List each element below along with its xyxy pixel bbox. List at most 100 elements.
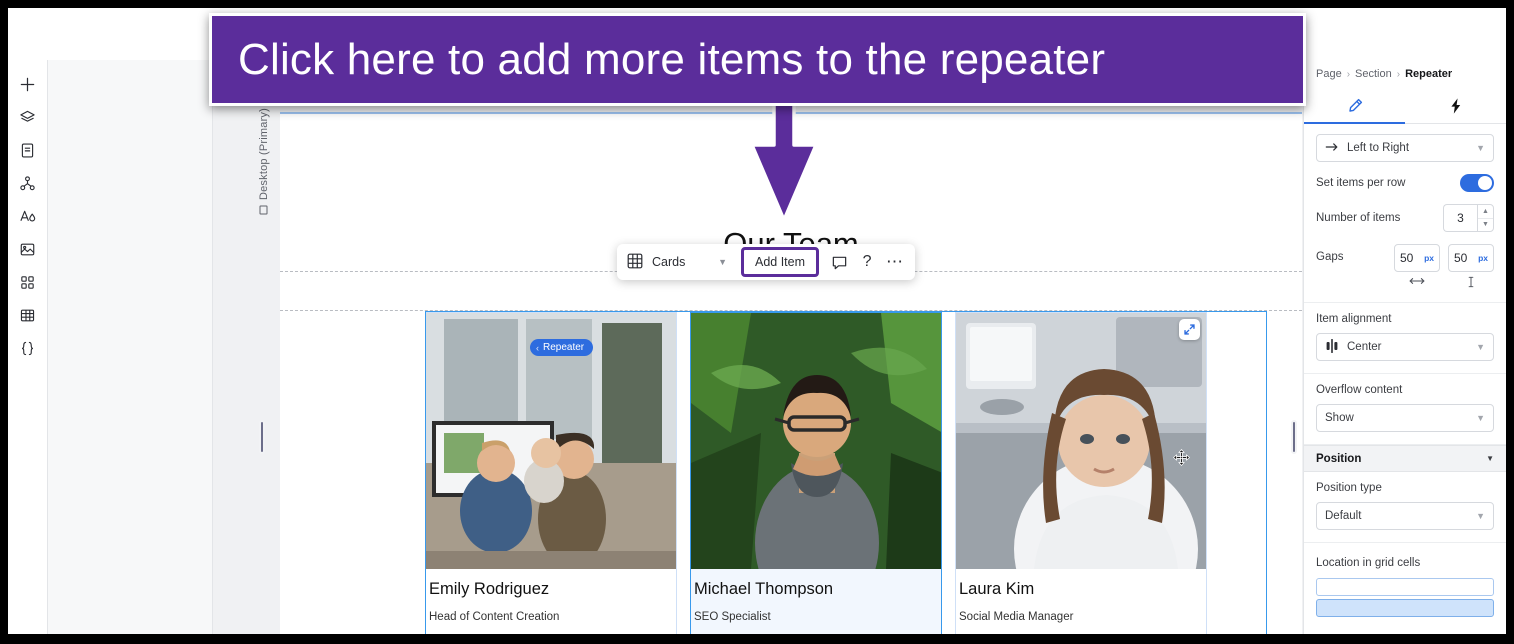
repeater-item-3[interactable]: Laura Kim Social Media Manager [955,312,1207,636]
chevron-down-icon: ▼ [1476,413,1485,423]
callout-banner: Click here to add more items to the repe… [209,13,1306,106]
gap-vertical-input[interactable]: 50 px [1448,244,1494,272]
breadcrumb: Page › Section › Repeater [1304,60,1506,88]
table-icon[interactable] [11,299,45,331]
pages-icon[interactable] [11,134,45,166]
position-type-value: Default [1325,510,1362,522]
frame-border-right [1506,0,1514,644]
chevron-down-icon: ▼ [718,257,727,267]
gaps-label: Gaps [1316,251,1344,263]
layout-section: Left to Right ▼ Set items per row Number… [1304,124,1506,303]
vertical-gap-icon [1466,276,1476,288]
image-icon[interactable] [11,233,45,265]
grid-cell-column-input[interactable] [1316,599,1494,617]
position-section-header[interactable]: Position ▼ [1304,445,1506,472]
panel-tabs [1304,88,1506,124]
move-cursor-icon [1172,448,1191,471]
chevron-down-icon: ▼ [1476,342,1485,352]
tab-interactions[interactable] [1405,88,1506,123]
number-of-items-value[interactable]: 3 [1443,204,1477,232]
breadcrumb-section[interactable]: Section [1355,68,1392,80]
breadcrumb-current: Repeater [1405,68,1453,80]
card-photo-3 [956,313,1206,569]
overflow-label: Overflow content [1316,384,1403,396]
overflow-select[interactable]: Show ▼ [1316,404,1494,432]
breadcrumb-separator-2: › [1396,68,1401,80]
direction-select[interactable]: Left to Right ▼ [1316,134,1494,162]
tab-design[interactable] [1304,88,1405,123]
gap-vertical-unit: px [1478,253,1488,263]
repeater-badge-label: Repeater [543,342,585,353]
grid-location-section: Location in grid cells [1304,543,1506,632]
canvas-resize-handle-right[interactable] [1291,420,1297,454]
repeater-item-1[interactable]: Emily Rodriguez Head of Content Creation [425,312,677,636]
overflow-value: Show [1325,412,1354,424]
add-elements-button[interactable] [11,68,45,100]
code-braces-icon[interactable] [11,332,45,364]
gap-horizontal-input[interactable]: 50 px [1394,244,1440,272]
chevron-down-icon: ▼ [1486,454,1494,463]
items-per-row-row: Set items per row [1316,174,1494,192]
breadcrumb-page[interactable]: Page [1316,68,1342,80]
number-of-items-label: Number of items [1316,212,1401,224]
left-toolbar [8,60,48,636]
number-of-items-stepper[interactable]: 3 ▲ ▼ [1443,204,1494,232]
frame-border-top [0,0,1514,8]
card-role-3: Social Media Manager [959,611,1074,623]
item-alignment-select[interactable]: Center ▼ [1316,333,1494,361]
gap-horizontal-value: 50 [1400,251,1414,265]
position-type-section: Position type Default ▼ [1304,472,1506,543]
arrow-right-icon [1325,141,1339,156]
selection-edge-top [425,311,1267,312]
card-role-2: SEO Specialist [694,611,771,623]
apps-grid-icon[interactable] [11,266,45,298]
desktop-icon [260,205,268,215]
grid-cell-row-input[interactable] [1316,578,1494,596]
breadcrumb-separator-1: › [1346,68,1351,80]
editor-window: Desktop (Primary) Our Team [0,0,1514,644]
device-label: Desktop (Primary) [258,108,270,215]
chevron-left-icon: ‹ [536,342,539,353]
canvas-resize-handle-left[interactable] [259,420,265,454]
grid-location-label: Location in grid cells [1316,557,1421,569]
selection-edge-right[interactable] [1266,311,1267,636]
callout-arrow-icon [750,100,818,222]
more-options-icon[interactable]: ⋯ [881,248,909,276]
card-role-1: Head of Content Creation [429,611,560,623]
callout-banner-text: Click here to add more items to the repe… [238,34,1106,84]
card-name-1: Emily Rodriguez [429,580,550,598]
layers-icon[interactable] [11,101,45,133]
card-photo-2 [691,313,941,569]
expand-icon[interactable] [1179,319,1200,340]
position-type-label: Position type [1316,482,1382,494]
layout-preset-label: Cards [652,255,686,269]
items-per-row-label: Set items per row [1316,177,1406,189]
frame-border-left [0,0,8,644]
gap-vertical-value: 50 [1454,251,1468,265]
number-of-items-row: Number of items 3 ▲ ▼ [1316,204,1494,232]
repeater-items: Emily Rodriguez Head of Content Creation [425,312,1267,636]
layout-preset-select[interactable]: Cards ▼ [627,248,737,276]
gaps-row: Gaps 50 px 50 px [1316,244,1494,288]
item-alignment-label: Item alignment [1316,313,1392,325]
chevron-down-icon: ▼ [1476,511,1485,521]
horizontal-gap-icon [1408,276,1426,286]
grid-icon [627,253,643,272]
repeater-badge[interactable]: ‹ Repeater [530,339,594,356]
align-center-icon [1325,338,1339,356]
card-name-3: Laura Kim [959,580,1035,598]
text-style-icon[interactable] [11,200,45,232]
stepper-up-icon[interactable]: ▲ [1478,205,1493,219]
position-section-title: Position [1316,452,1362,465]
repeater-item-2[interactable]: Michael Thompson SEO Specialist [690,312,942,636]
items-per-row-toggle[interactable] [1460,174,1494,192]
panel-gap [48,60,213,636]
overflow-section: Overflow content Show ▼ [1304,374,1506,445]
selection-edge-left[interactable] [425,311,426,636]
position-type-select[interactable]: Default ▼ [1316,502,1494,530]
help-question-icon[interactable]: ? [853,248,881,276]
card-name-2: Michael Thompson [694,580,834,598]
sitemap-icon[interactable] [11,167,45,199]
stepper-down-icon[interactable]: ▼ [1478,219,1493,232]
item-alignment-section: Item alignment Center ▼ [1304,303,1506,374]
